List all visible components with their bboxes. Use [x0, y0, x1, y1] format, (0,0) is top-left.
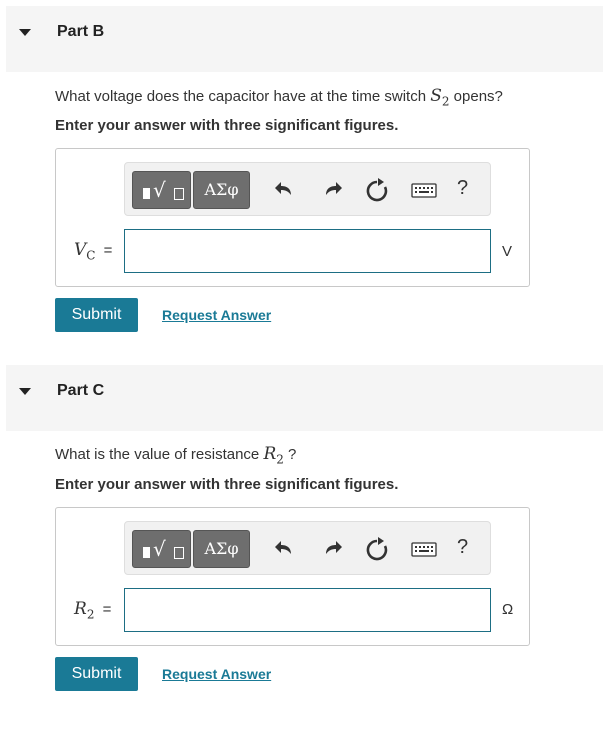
part-b-answer-box: √ ΑΣφ ? VC = V — [55, 148, 530, 287]
part-b-variable-label: VC = — [74, 240, 112, 262]
part-b-collapse-caret-icon[interactable] — [19, 29, 31, 36]
keyboard-icon[interactable] — [410, 175, 438, 205]
math-toolbar: √ ΑΣφ ? — [124, 521, 491, 575]
part-b-unit: V — [502, 243, 513, 260]
part-c-collapse-caret-icon[interactable] — [19, 388, 31, 395]
box-icon — [174, 188, 184, 200]
radical-icon: √ — [153, 178, 166, 202]
templates-icon — [143, 188, 150, 199]
help-icon[interactable]: ? — [457, 177, 468, 200]
question-variable: S2 — [430, 86, 450, 109]
equals-sign: = — [103, 242, 113, 259]
question-text-end: opens? — [449, 88, 503, 105]
symbols-button[interactable]: ΑΣφ — [193, 171, 250, 209]
reset-icon[interactable] — [363, 534, 391, 564]
part-b-answer-input[interactable] — [124, 229, 491, 273]
undo-icon[interactable] — [271, 175, 299, 205]
part-b-question: What voltage does the capacitor have at … — [55, 86, 503, 108]
keyboard-icon[interactable] — [410, 534, 438, 564]
equals-sign: = — [102, 601, 112, 618]
templates-icon — [143, 547, 150, 558]
part-b-instruction: Enter your answer with three significant… — [55, 117, 399, 134]
variable-symbol: VC — [74, 240, 96, 263]
part-c-title: Part C — [57, 382, 105, 399]
radical-icon: √ — [153, 537, 166, 561]
part-c-question: What is the value of resistance R2 ? — [55, 444, 296, 466]
part-c-answer-input[interactable] — [124, 588, 491, 632]
part-c-instruction: Enter your answer with three significant… — [55, 476, 399, 493]
part-c-unit: Ω — [502, 601, 514, 618]
symbols-button[interactable]: ΑΣφ — [193, 530, 250, 568]
math-toolbar: √ ΑΣφ ? — [124, 162, 491, 216]
part-c-submit-button[interactable]: Submit — [55, 657, 138, 691]
part-b-submit-button[interactable]: Submit — [55, 298, 138, 332]
redo-icon[interactable] — [318, 534, 346, 564]
part-c-request-answer-link[interactable]: Request Answer — [162, 666, 271, 682]
box-icon — [174, 547, 184, 559]
templates-button[interactable]: √ — [132, 530, 191, 568]
question-text-end: ? — [283, 446, 297, 463]
templates-button[interactable]: √ — [132, 171, 191, 209]
question-text: What is the value of resistance — [55, 446, 264, 463]
help-icon[interactable]: ? — [457, 536, 468, 559]
undo-icon[interactable] — [271, 534, 299, 564]
part-b-request-answer-link[interactable]: Request Answer — [162, 307, 271, 323]
redo-icon[interactable] — [318, 175, 346, 205]
part-c-variable-label: R2 = — [74, 599, 111, 621]
question-variable: R2 — [263, 444, 284, 467]
variable-symbol: R2 — [74, 599, 95, 622]
part-b-title: Part B — [57, 23, 105, 40]
question-text: What voltage does the capacitor have at … — [55, 88, 431, 105]
part-c-answer-box: √ ΑΣφ ? R2 = Ω — [55, 507, 530, 646]
reset-icon[interactable] — [363, 175, 391, 205]
